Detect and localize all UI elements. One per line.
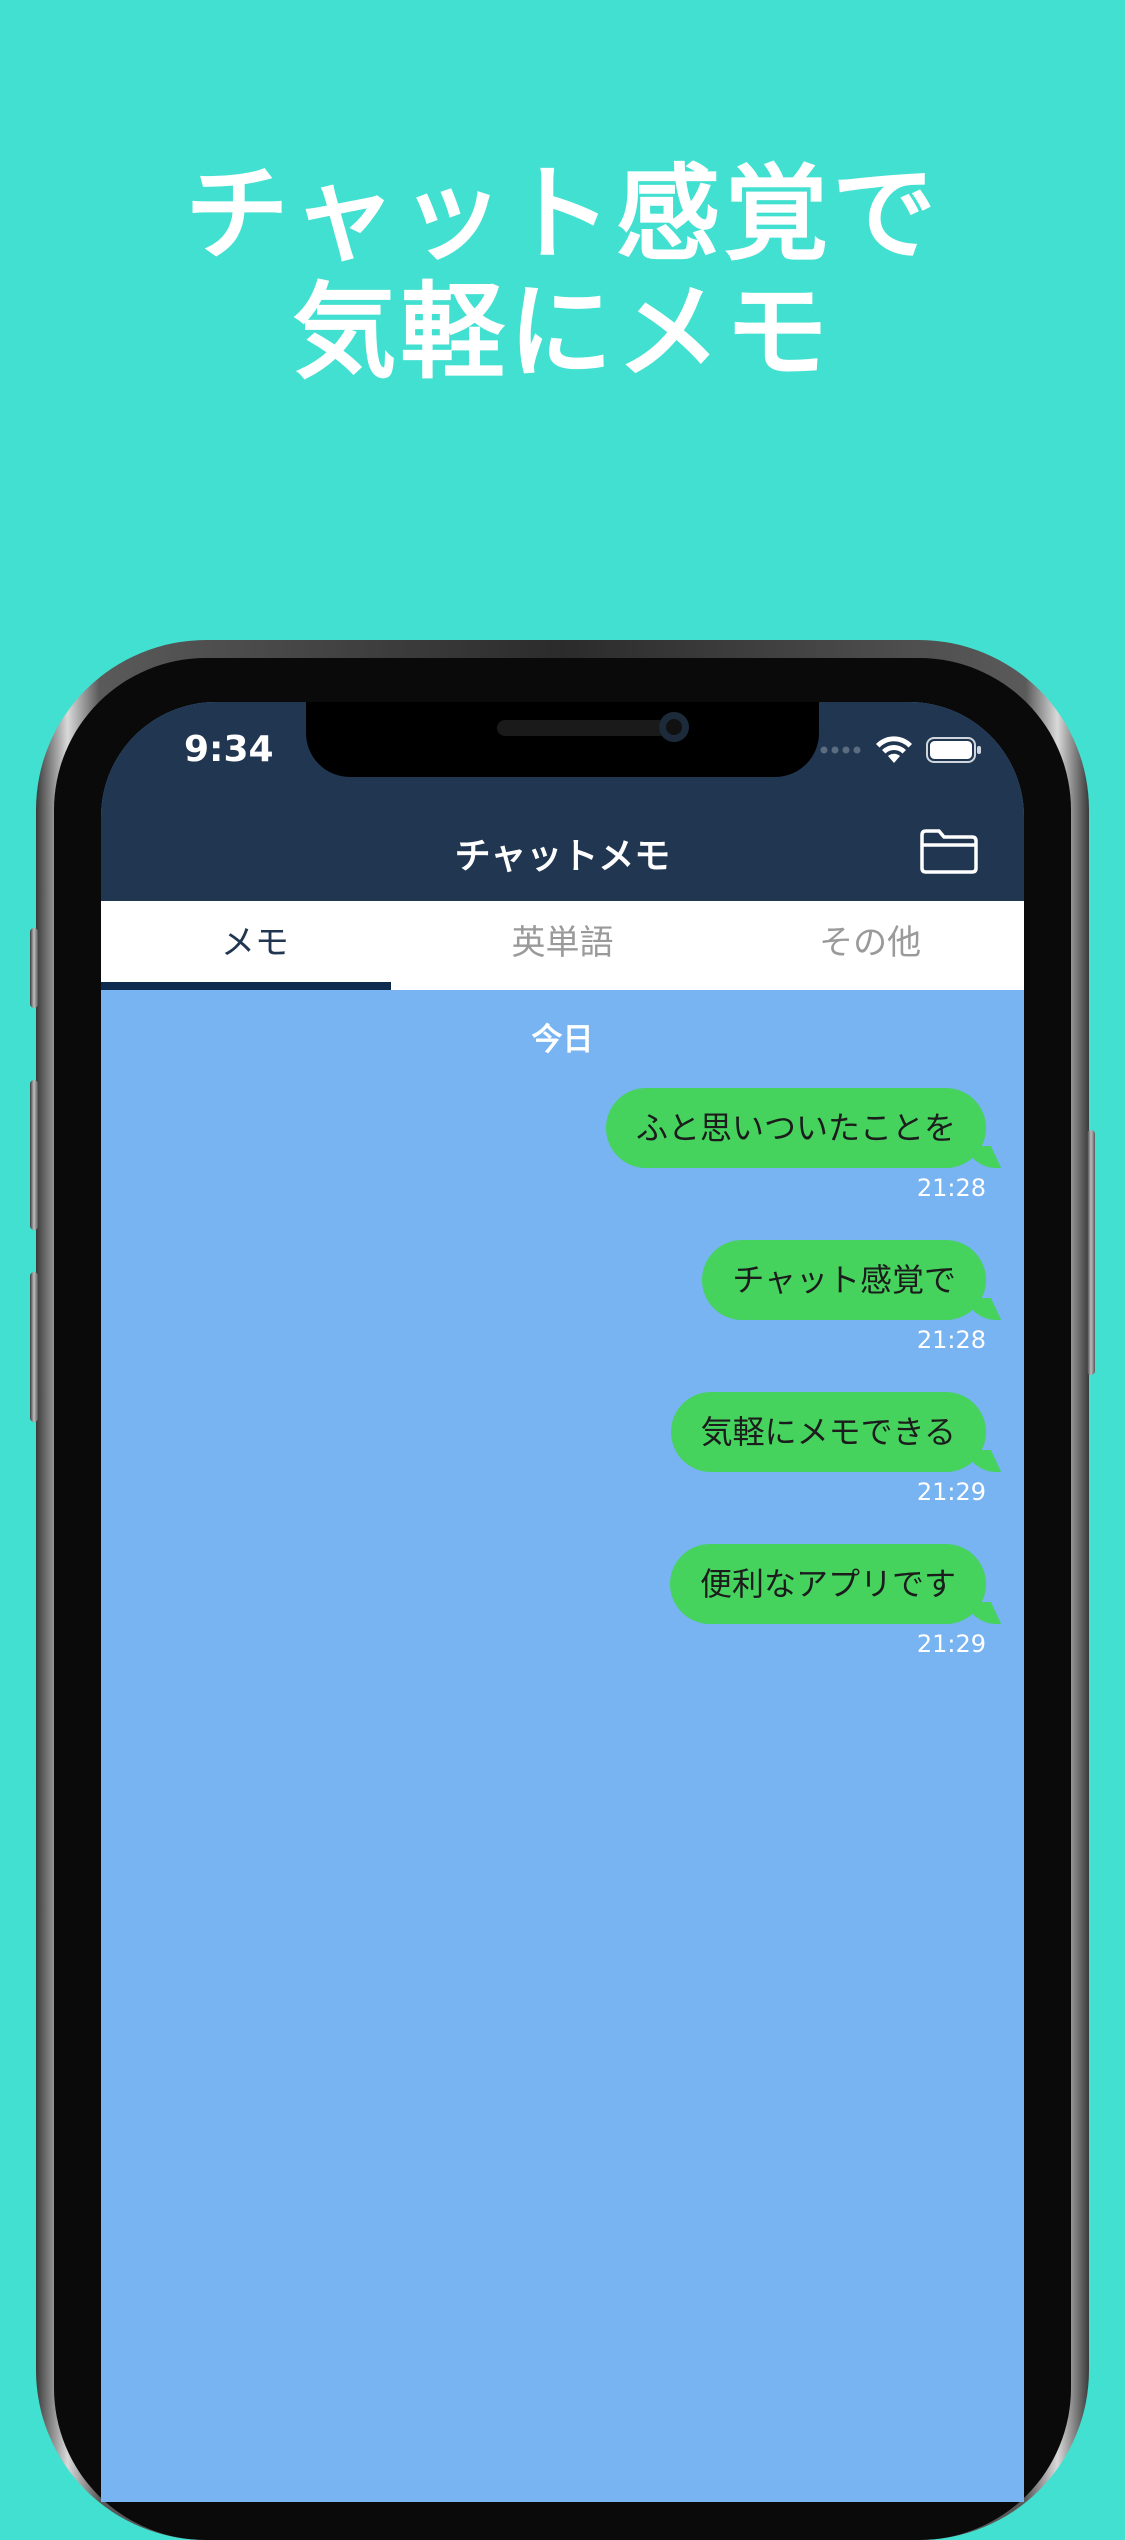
signal-icon <box>820 746 861 754</box>
date-separator: 今日 <box>531 1022 594 1058</box>
message-time: 21:28 <box>916 1174 986 1202</box>
phone-volume-up <box>30 1080 38 1230</box>
tab-memo-label: メモ <box>220 923 289 963</box>
folder-button[interactable] <box>919 827 979 875</box>
phone-notch <box>306 702 819 777</box>
message-bubble[interactable]: ふと思いついたことを <box>605 1088 986 1168</box>
folder-icon <box>920 829 978 874</box>
tab-english-words-label: 英単語 <box>511 923 614 963</box>
chat-message: 気軽にメモできる 21:29 <box>670 1392 986 1506</box>
status-icons <box>820 736 982 764</box>
message-bubble[interactable]: 便利なアプリです <box>669 1544 986 1624</box>
message-bubble[interactable]: チャット感覚で <box>702 1240 986 1320</box>
phone-power-button <box>1087 1130 1095 1375</box>
message-time: 21:29 <box>916 1478 986 1506</box>
front-camera <box>659 712 689 742</box>
tab-memo[interactable]: メモ <box>101 901 409 990</box>
status-time: 9:34 <box>184 729 274 770</box>
message-time: 21:29 <box>916 1630 986 1658</box>
speaker-grille <box>497 720 667 736</box>
chat-message: ふと思いついたことを 21:28 <box>605 1088 986 1202</box>
battery-icon <box>926 737 981 763</box>
chat-message: チャット感覚で 21:28 <box>702 1240 986 1354</box>
chat-message: 便利なアプリです 21:29 <box>669 1544 986 1658</box>
message-time: 21:28 <box>916 1326 986 1354</box>
app-title: チャットメモ <box>454 836 671 877</box>
tab-bar: メモ 英単語 その他 <box>101 901 1024 990</box>
tab-other-label: その他 <box>819 923 922 963</box>
message-bubble[interactable]: 気軽にメモできる <box>670 1392 986 1472</box>
headline-line-2: 気軽にメモ <box>292 271 833 393</box>
wifi-icon <box>876 736 912 763</box>
tab-english-words[interactable]: 英単語 <box>409 901 717 990</box>
active-tab-indicator <box>101 982 391 990</box>
phone-volume-down <box>30 1272 38 1422</box>
promo-headline: チャット感覚で 気軽にメモ <box>0 155 1125 391</box>
phone-silent-switch <box>30 928 38 1008</box>
headline-line-1: チャット感覚で <box>185 153 940 275</box>
phone-screen: 9:34 チャットメモ メモ 英単語 その他 今日 ふと思いついたことを 21:… <box>101 702 1024 2502</box>
tab-other[interactable]: その他 <box>716 901 1024 990</box>
